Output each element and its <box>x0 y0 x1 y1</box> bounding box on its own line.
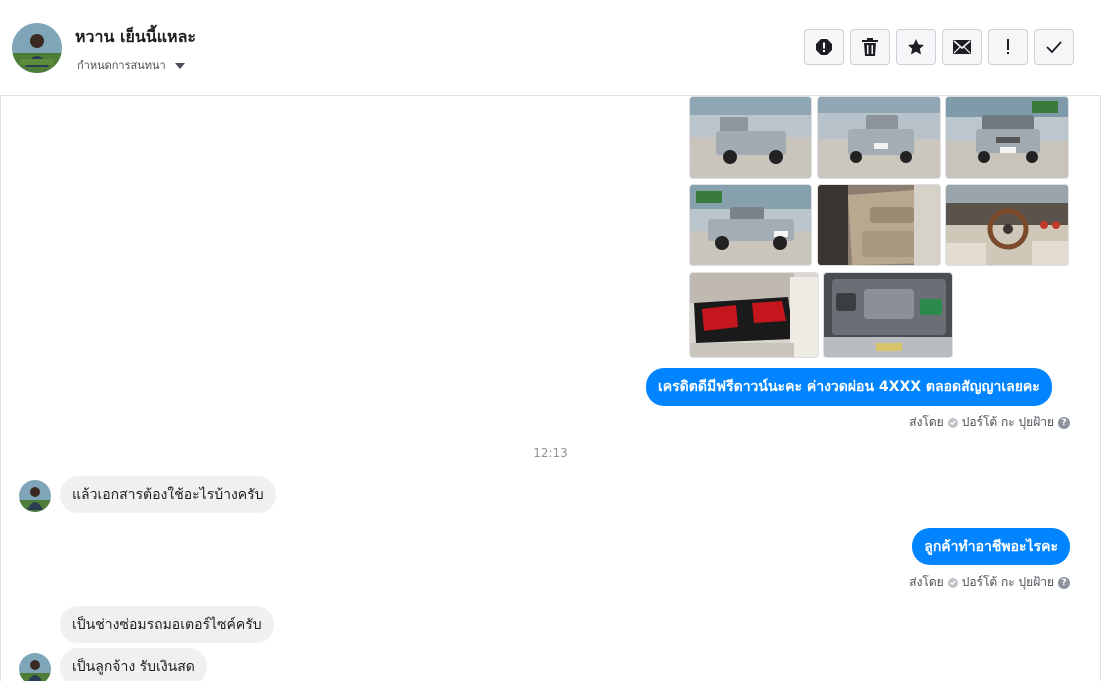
assign-conversation-dropdown[interactable]: กำหนดการสนทนา <box>77 56 185 74</box>
assign-label: กำหนดการสนทนา <box>77 59 166 72</box>
delete-button[interactable] <box>850 29 890 65</box>
checkmark-icon <box>1046 41 1062 53</box>
report-spam-button[interactable] <box>804 29 844 65</box>
message-thread[interactable]: เครดิตดีมีฟรีดาวน์นะคะ ค่างวดผ่อน 4XXX ต… <box>0 96 1101 681</box>
photo-truck-rear[interactable] <box>817 96 941 179</box>
photo-dashboard[interactable] <box>945 184 1069 266</box>
trash-icon <box>862 38 878 56</box>
sent-by-label: ส่งโดย <box>909 575 944 589</box>
timestamp: 12:13 <box>533 446 568 460</box>
caret-down-icon <box>174 62 185 69</box>
sent-by-label: ส่งโดย <box>909 415 944 429</box>
incoming-message[interactable]: เป็นลูกจ้าง รับเงินสด <box>60 648 207 681</box>
verified-check-icon <box>947 577 958 588</box>
photo-engine[interactable] <box>823 272 953 358</box>
incoming-message[interactable]: แล้วเอกสารต้องใช้อะไรบ้างครับ <box>60 476 276 513</box>
sent-by-info: ส่งโดย ปอร์โต้ กะ ปุยฝ้าย ? <box>909 573 1070 592</box>
alert-circle-icon <box>816 39 832 55</box>
photo-truck-side-front[interactable] <box>689 184 812 266</box>
sent-by-name[interactable]: ปอร์โต้ กะ ปุยฝ้าย <box>962 413 1054 432</box>
envelope-icon <box>953 40 971 54</box>
help-icon[interactable]: ? <box>1058 576 1070 589</box>
outgoing-message[interactable]: ลูกค้าทำอาชีพอะไรคะ <box>912 528 1070 565</box>
sent-by-info: ส่งโดย ปอร์โต้ กะ ปุยฝ้าย ? <box>909 413 1070 432</box>
exclamation-icon <box>1007 39 1009 54</box>
incoming-message[interactable]: เป็นช่างซ่อมรถมอเตอร์ไซค์ครับ <box>60 606 274 643</box>
star-icon <box>908 39 924 55</box>
mark-unread-button[interactable] <box>942 29 982 65</box>
follow-up-button[interactable] <box>988 29 1028 65</box>
verified-check-icon <box>947 417 958 428</box>
photo-door-interior[interactable] <box>817 184 941 266</box>
photo-truck-front[interactable] <box>945 96 1069 179</box>
contact-avatar-small[interactable] <box>19 653 51 681</box>
outgoing-message[interactable]: เครดิตดีมีฟรีดาวน์นะคะ ค่างวดผ่อน 4XXX ต… <box>646 368 1052 406</box>
contact-avatar-small[interactable] <box>19 480 51 512</box>
mark-done-button[interactable] <box>1034 29 1074 65</box>
photo-seats[interactable] <box>689 272 819 358</box>
contact-name: หวาน เย็นนี้แหละ <box>75 27 196 46</box>
help-icon[interactable]: ? <box>1058 416 1070 429</box>
conversation-toolbar <box>804 29 1074 65</box>
photo-truck-rear-left[interactable] <box>689 96 812 179</box>
star-button[interactable] <box>896 29 936 65</box>
contact-avatar[interactable] <box>12 23 62 73</box>
conversation-header: หวาน เย็นนี้แหละ กำหนดการสนทนา <box>0 0 1101 96</box>
sent-by-name[interactable]: ปอร์โต้ กะ ปุยฝ้าย <box>962 573 1054 592</box>
